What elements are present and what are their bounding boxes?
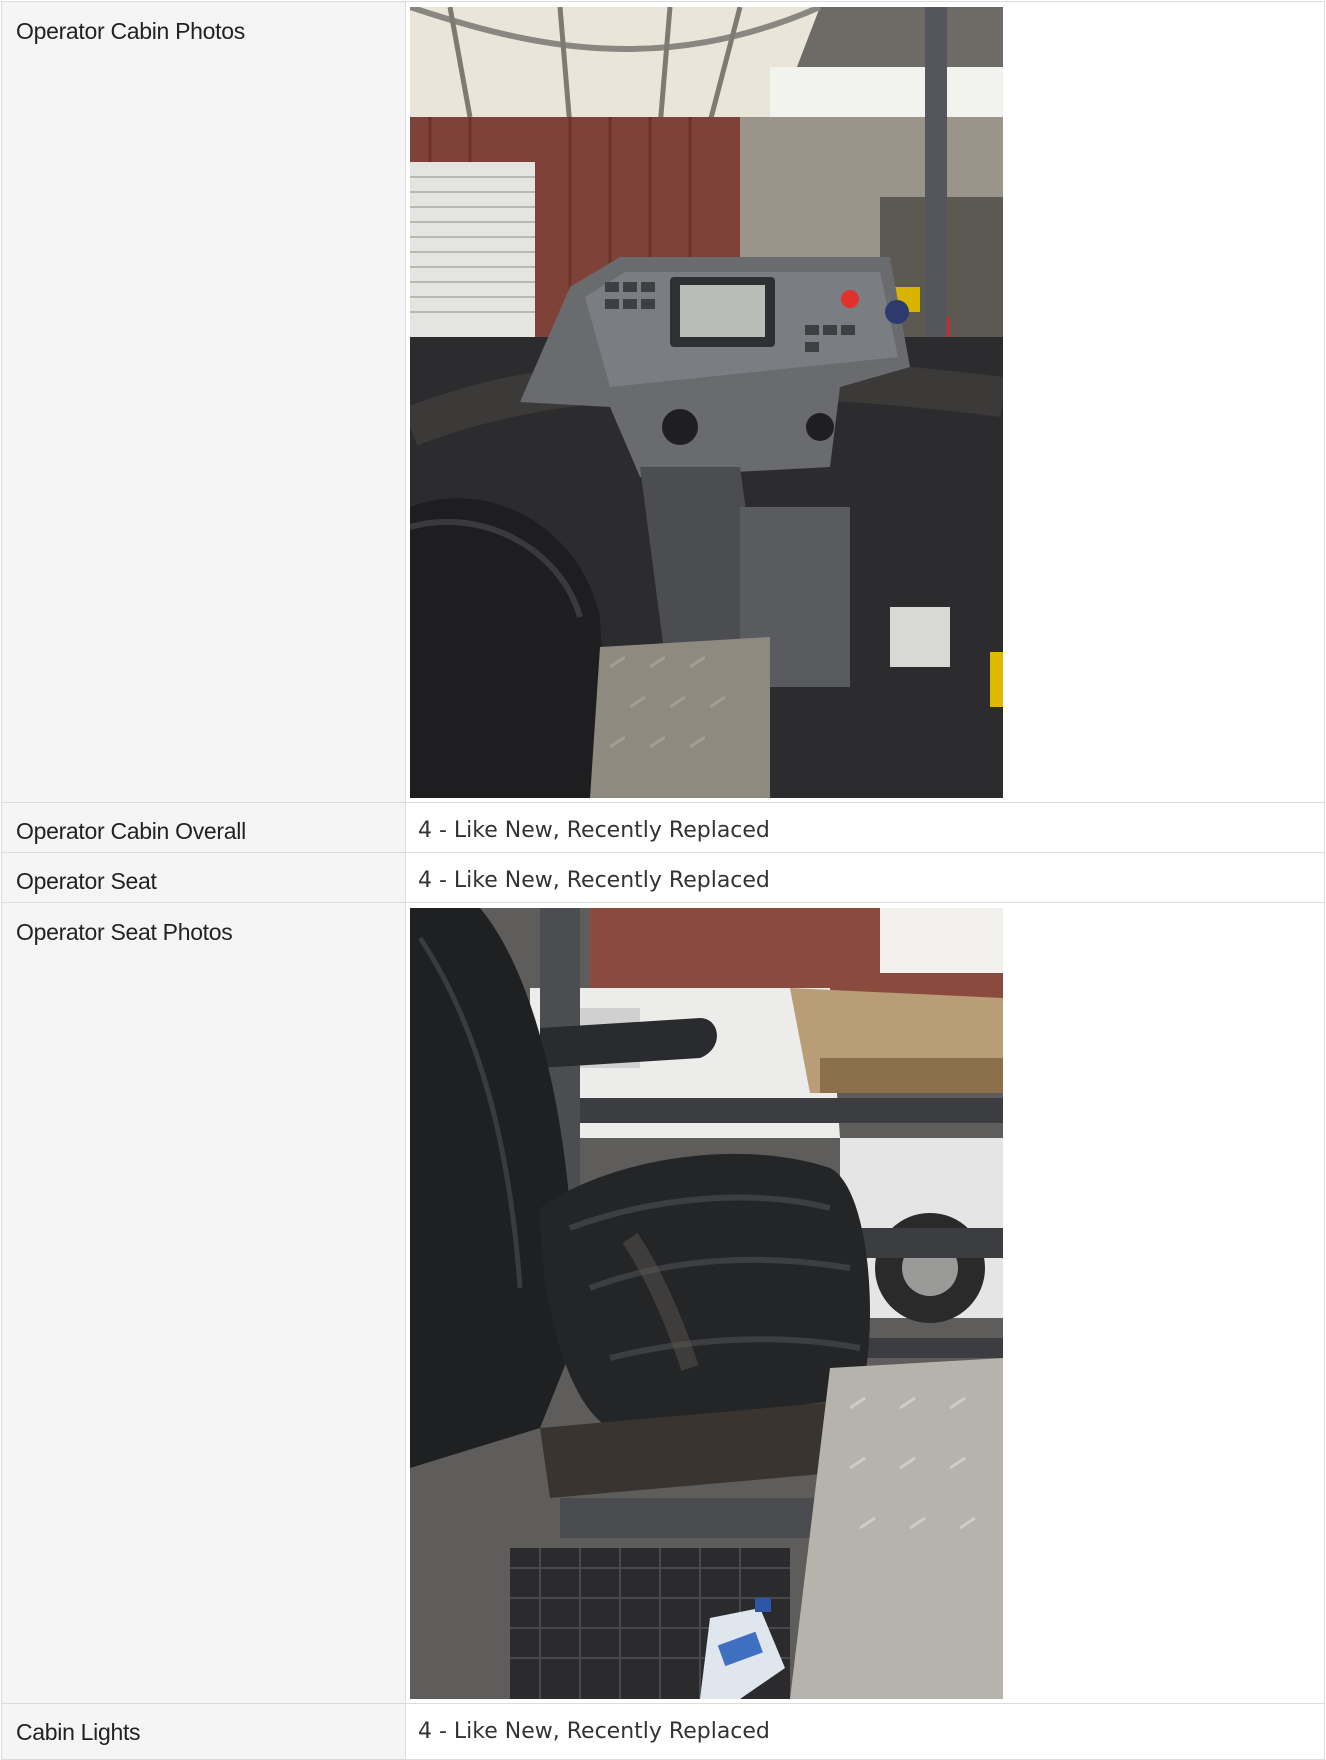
table-row: Cabin Lights 4 - Like New, Recently Repl…	[1, 1703, 1325, 1760]
row-value: 4 - Like New, Recently Replaced	[405, 802, 1325, 853]
table-row: Operator Cabin Photos	[1, 1, 1325, 803]
row-label: Operator Cabin Photos	[1, 1, 406, 803]
row-value: 4 - Like New, Recently Replaced	[405, 1703, 1325, 1760]
row-label: Operator Seat	[1, 852, 406, 903]
table-row: Operator Seat Photos	[1, 902, 1325, 1704]
row-photo-cell	[405, 902, 1325, 1704]
table-row: Operator Cabin Overall 4 - Like New, Rec…	[1, 802, 1325, 853]
row-value: 4 - Like New, Recently Replaced	[405, 852, 1325, 903]
operator-seat-photo[interactable]	[410, 908, 1003, 1699]
row-label: Operator Seat Photos	[1, 902, 406, 1704]
row-photo-cell	[405, 1, 1325, 803]
row-label: Operator Cabin Overall	[1, 802, 406, 853]
row-label: Cabin Lights	[1, 1703, 406, 1760]
operator-cabin-console-photo[interactable]	[410, 7, 1003, 798]
inspection-table: Operator Cabin Photos Operator Cabin Ove…	[1, 1, 1325, 1760]
table-row: Operator Seat 4 - Like New, Recently Rep…	[1, 852, 1325, 903]
seat-photo-graphic	[410, 908, 1003, 1699]
cabin-photo-graphic	[410, 7, 1003, 798]
